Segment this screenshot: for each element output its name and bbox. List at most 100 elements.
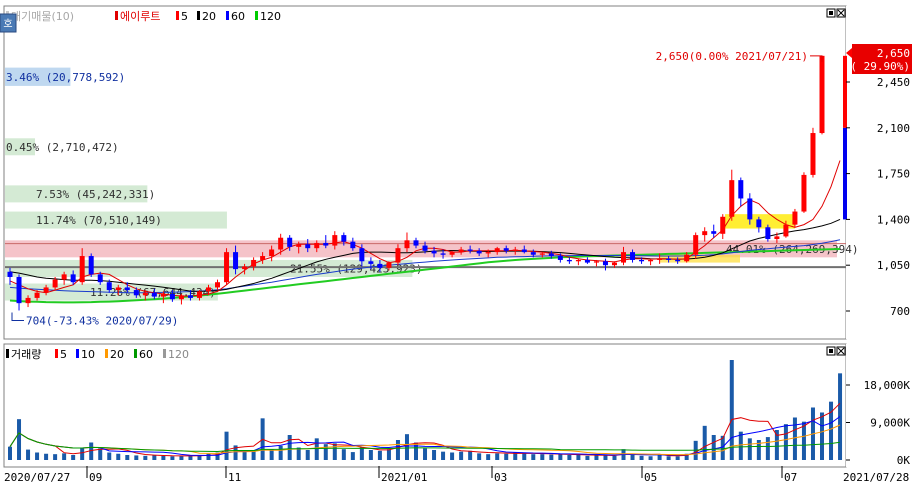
legend-swatch bbox=[134, 349, 137, 358]
volume-bar bbox=[576, 455, 581, 460]
volume-bar bbox=[639, 455, 644, 460]
volume-tick-label: 9,000K bbox=[870, 417, 910, 430]
candle-body bbox=[196, 291, 202, 298]
volume-bar bbox=[161, 455, 166, 460]
candle-body bbox=[34, 292, 40, 298]
volume-bar bbox=[414, 442, 418, 460]
x-tick-label: 11 bbox=[228, 471, 241, 484]
candle-body bbox=[494, 248, 500, 253]
candle-body bbox=[61, 274, 67, 280]
legend-swatch bbox=[115, 11, 118, 20]
volume-bar bbox=[305, 450, 310, 460]
volume-bar bbox=[53, 454, 58, 460]
volume-bar bbox=[134, 455, 139, 460]
candle-body bbox=[747, 198, 753, 220]
candle-body bbox=[548, 253, 554, 257]
candle-body bbox=[765, 227, 771, 240]
volume-bar bbox=[738, 431, 743, 460]
volume-bar bbox=[179, 456, 184, 460]
y-tick-label: 1,050 bbox=[877, 259, 910, 272]
volume-bar bbox=[368, 450, 373, 460]
candle-body bbox=[97, 274, 103, 283]
candle-body bbox=[693, 235, 699, 255]
volume-bar bbox=[26, 449, 31, 460]
candle-body bbox=[386, 262, 392, 268]
volume-bar bbox=[395, 440, 400, 460]
legend-label: 5 bbox=[60, 348, 67, 361]
volume-bar bbox=[404, 434, 409, 460]
volume-profile-label: 7.53% (45,242,331) bbox=[36, 188, 155, 201]
volume-panel-maximize-button[interactable] bbox=[826, 346, 836, 356]
volume-bar bbox=[504, 453, 509, 460]
volume-bar bbox=[188, 455, 193, 460]
candle-body bbox=[584, 259, 590, 263]
y-tick-label: 1,750 bbox=[877, 168, 910, 181]
candle-body bbox=[142, 292, 148, 296]
candle-body bbox=[305, 244, 311, 249]
candle-body bbox=[648, 259, 654, 262]
volume-bar bbox=[224, 431, 229, 460]
legend-label: 대기매물(10) bbox=[11, 10, 74, 23]
candle-body bbox=[169, 293, 175, 300]
candle-body bbox=[88, 256, 94, 275]
volume-bar bbox=[35, 452, 40, 460]
x-tick-label: 2020/07/27 bbox=[4, 471, 70, 484]
volume-bar bbox=[314, 438, 319, 460]
price-panel-close-button[interactable] bbox=[836, 8, 846, 18]
candle-body bbox=[287, 237, 293, 247]
x-tick-label: 07 bbox=[784, 471, 797, 484]
volume-bar bbox=[522, 453, 527, 460]
volume-bar bbox=[477, 453, 482, 460]
volume-bar bbox=[170, 456, 175, 460]
volume-bar bbox=[567, 455, 572, 460]
volume-bar bbox=[801, 421, 806, 460]
candle-body bbox=[575, 259, 581, 262]
volume-panel-close-button[interactable] bbox=[836, 346, 846, 356]
current-price-change: ( 29.90%) bbox=[850, 60, 910, 73]
volume-bar bbox=[765, 437, 770, 460]
candle-body bbox=[783, 224, 789, 237]
candle-body bbox=[233, 252, 239, 270]
volume-bar bbox=[44, 453, 49, 460]
volume-bar bbox=[657, 454, 662, 460]
legend-swatch bbox=[226, 11, 229, 20]
x-tick-label: 05 bbox=[644, 471, 657, 484]
legend-label: 60 bbox=[231, 10, 245, 23]
legend-label: 60 bbox=[139, 348, 153, 361]
volume-bar bbox=[107, 452, 112, 460]
volume-tick-label: 18,000K bbox=[864, 379, 911, 392]
candle-body bbox=[16, 276, 22, 304]
legend-label: 120 bbox=[168, 348, 189, 361]
quote-mode-icon[interactable]: 호 bbox=[0, 13, 17, 33]
volume-bar bbox=[80, 447, 85, 460]
volume-bar bbox=[630, 455, 635, 460]
candle-body bbox=[215, 282, 221, 288]
candle-body bbox=[224, 252, 230, 283]
y-tick-label: 1,400 bbox=[877, 213, 910, 226]
candle-body bbox=[530, 252, 536, 255]
candle-body bbox=[323, 242, 329, 246]
candle-body bbox=[774, 236, 780, 240]
legend-label: 에이루트 bbox=[120, 10, 160, 23]
candle-body bbox=[440, 253, 446, 255]
y-tick-label: 2,450 bbox=[877, 76, 910, 89]
candle-body bbox=[792, 211, 798, 225]
candle-body bbox=[702, 231, 708, 236]
volume-bar bbox=[702, 425, 707, 460]
price-panel-maximize-button[interactable] bbox=[826, 8, 836, 18]
volume-bar bbox=[17, 419, 22, 460]
chart-window: 3.46% (20,778,592) 0.45% (2,710,472) 7.53%… bbox=[0, 0, 914, 485]
candle-body bbox=[557, 256, 563, 260]
candle-body bbox=[278, 237, 284, 250]
candle-body bbox=[341, 235, 347, 242]
candle-body bbox=[368, 261, 374, 264]
candle-body bbox=[260, 256, 266, 260]
candle-body bbox=[738, 180, 744, 199]
volume-bar bbox=[377, 450, 382, 460]
candle-body bbox=[431, 250, 437, 254]
candle-body bbox=[205, 287, 211, 292]
candle-body bbox=[602, 261, 608, 266]
candle-body bbox=[187, 295, 193, 298]
legend-label: 10 bbox=[81, 348, 95, 361]
legend-swatch bbox=[197, 11, 200, 20]
